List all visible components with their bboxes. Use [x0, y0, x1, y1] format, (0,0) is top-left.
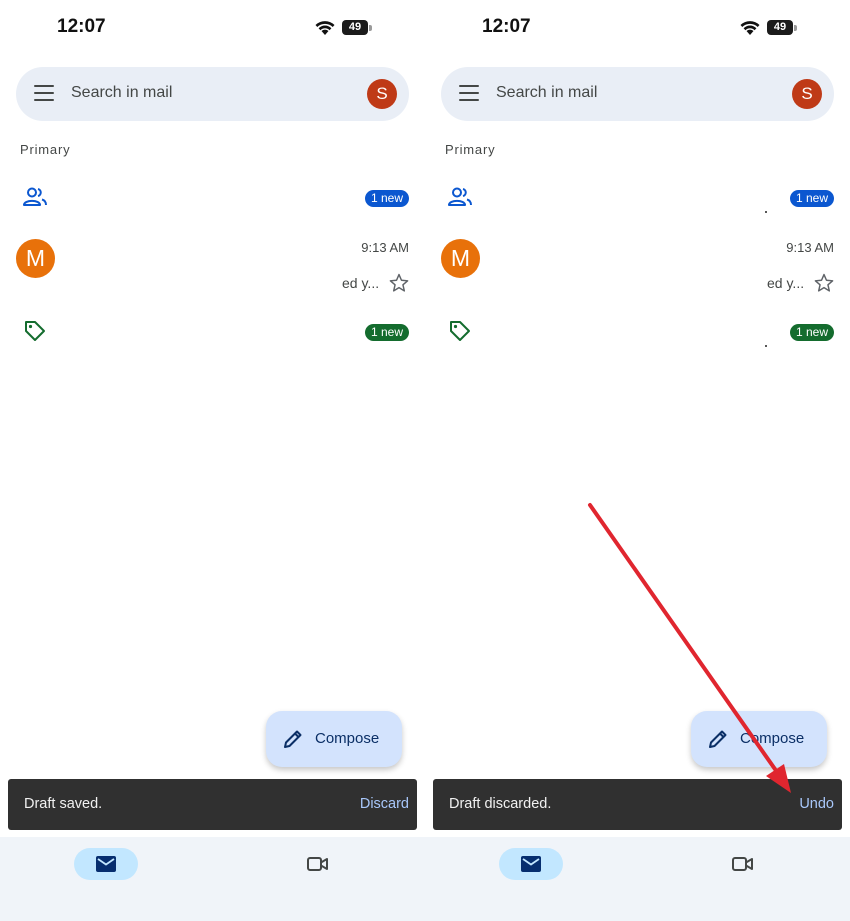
search-bar[interactable]: Search in mail S — [16, 67, 409, 121]
nav-mail-tab[interactable] — [74, 848, 138, 880]
section-label-primary: Primary — [445, 142, 496, 157]
video-camera-icon[interactable] — [306, 854, 330, 874]
snackbar: Draft discarded. Undo — [433, 779, 842, 830]
status-bar: 12:07 49 — [0, 0, 425, 56]
status-time: 12:07 — [57, 16, 106, 37]
tag-icon — [25, 321, 45, 341]
video-camera-icon[interactable] — [731, 854, 755, 874]
battery-cap — [369, 25, 372, 31]
sender-avatar: M — [441, 239, 480, 278]
menu-icon[interactable] — [459, 85, 479, 103]
status-bar: 12:07 49 — [425, 0, 850, 56]
people-icon — [23, 187, 47, 206]
account-avatar[interactable]: S — [367, 79, 397, 109]
section-label-primary: Primary — [20, 142, 71, 157]
search-placeholder[interactable]: Search in mail — [71, 84, 172, 102]
compose-label: Compose — [315, 730, 380, 747]
discard-button[interactable]: Discard — [360, 796, 409, 812]
tag-icon — [450, 321, 470, 341]
status-time: 12:07 — [482, 16, 531, 37]
snackbar-message: Draft saved. — [24, 796, 103, 812]
search-bar[interactable]: Search in mail S — [441, 67, 834, 121]
mail-time: 9:13 AM — [786, 240, 834, 255]
phone-screen-draft-saved: 12:07 49 Search in mail S Primary 1 new … — [0, 0, 425, 921]
mail-snippet: ed y... — [767, 275, 805, 291]
new-count-badge: 1 new — [364, 190, 409, 207]
new-count-badge: 1 new — [364, 324, 409, 341]
compose-button[interactable]: Compose — [266, 711, 402, 767]
wifi-icon — [315, 21, 335, 35]
battery-cap — [794, 25, 797, 31]
search-placeholder[interactable]: Search in mail — [496, 84, 597, 102]
pencil-icon — [709, 730, 727, 748]
mail-icon — [96, 856, 116, 872]
bottom-nav — [0, 837, 425, 921]
mail-time: 9:13 AM — [361, 240, 409, 255]
star-outline-icon[interactable] — [813, 272, 835, 294]
mail-snippet: ed y... — [342, 275, 380, 291]
bottom-nav — [425, 837, 850, 921]
people-icon — [448, 187, 472, 206]
mail-icon — [521, 856, 541, 872]
account-avatar[interactable]: S — [792, 79, 822, 109]
nav-mail-tab[interactable] — [499, 848, 563, 880]
new-count-badge: 1 new — [789, 190, 834, 207]
speck-dot — [765, 211, 767, 213]
menu-icon[interactable] — [34, 85, 54, 103]
compose-button[interactable]: Compose — [691, 711, 827, 767]
new-count-badge: 1 new — [789, 324, 834, 341]
snackbar-message: Draft discarded. — [449, 796, 552, 812]
star-outline-icon[interactable] — [388, 272, 410, 294]
pencil-icon — [284, 730, 302, 748]
speck-dot — [765, 345, 767, 347]
battery-indicator: 49 — [342, 20, 368, 35]
phone-screen-draft-discarded: 12:07 49 Search in mail S Primary 1 new … — [425, 0, 850, 921]
compose-label: Compose — [740, 730, 805, 747]
snackbar: Draft saved. Discard — [8, 779, 417, 830]
wifi-icon — [740, 21, 760, 35]
undo-button[interactable]: Undo — [799, 796, 834, 812]
sender-avatar: M — [16, 239, 55, 278]
battery-indicator: 49 — [767, 20, 793, 35]
